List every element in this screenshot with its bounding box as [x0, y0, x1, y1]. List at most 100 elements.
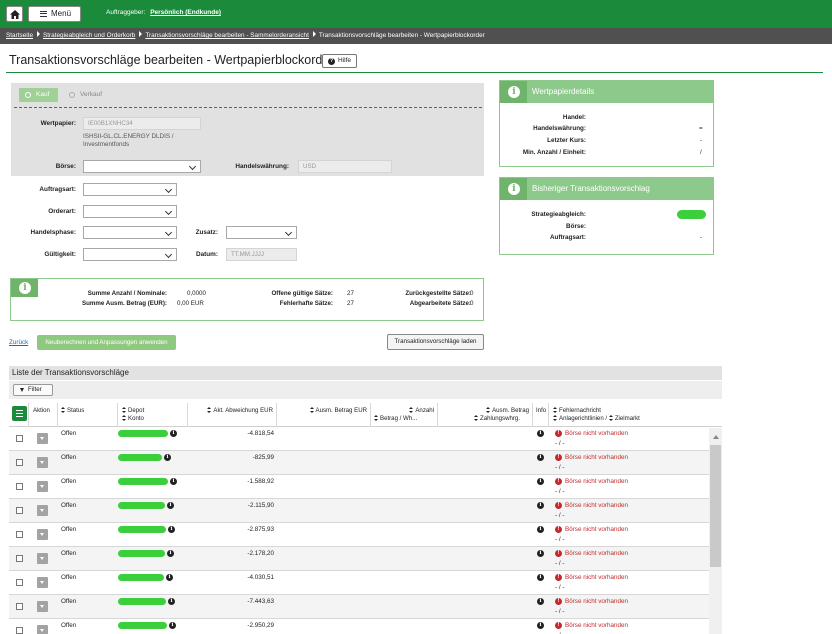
row-checkbox[interactable]: [16, 483, 23, 490]
table-row[interactable]: Offen i -4.030,51 i! Börse nicht vorhanden - …: [9, 571, 709, 595]
header-depot-konto[interactable]: Depot Konto: [118, 403, 188, 427]
menu-button[interactable]: Menü: [28, 6, 81, 22]
header-status[interactable]: Status: [58, 403, 118, 427]
breadcrumb-collective-order[interactable]: Transaktionsvorschläge bearbeiten - Samm…: [145, 32, 309, 39]
depot-info-icon[interactable]: i: [167, 502, 174, 509]
depot-info-icon[interactable]: i: [170, 430, 177, 437]
depot-info-icon[interactable]: i: [166, 574, 173, 581]
row-action-dropdown[interactable]: [37, 577, 48, 588]
row-info-icon[interactable]: i: [537, 526, 544, 533]
sort-icon: [122, 415, 126, 421]
scroll-up-icon[interactable]: [713, 435, 719, 439]
table-row[interactable]: Offen i -2.115,90 i! Börse nicht vorhanden - …: [9, 499, 709, 523]
row-checkbox[interactable]: [16, 555, 23, 562]
redacted-depot: [118, 598, 166, 605]
row-checkbox[interactable]: [16, 459, 23, 466]
detail-label: Min. Anzahl / Einheit:: [522, 149, 586, 156]
header-ausm-betrag[interactable]: Ausm. Betrag Zahlungswhrg.: [438, 403, 533, 427]
row-action-dropdown[interactable]: [37, 529, 48, 540]
recalculate-button[interactable]: Neuberechnen und Anpassungen anwenden: [37, 335, 176, 350]
depot-info-icon[interactable]: i: [170, 478, 177, 485]
row-info-icon[interactable]: i: [537, 502, 544, 509]
row-action-dropdown[interactable]: [37, 457, 48, 468]
row-info-icon[interactable]: i: [537, 622, 544, 629]
row-checkbox[interactable]: [16, 507, 23, 514]
sort-icon: [61, 407, 65, 413]
row-info-icon[interactable]: i: [537, 454, 544, 461]
table-row[interactable]: Offen i -4.818,54 i! Börse nicht vorhanden - …: [9, 427, 709, 451]
header-error[interactable]: Fehlernachricht Anlagerichtlinien / Ziel…: [549, 403, 709, 427]
header-amount[interactable]: Ausm. Betrag EUR: [277, 403, 371, 427]
info-tile: i: [11, 279, 38, 297]
row-info-icon[interactable]: i: [537, 598, 544, 605]
header-menu-cell: [9, 403, 29, 427]
row-info-icon[interactable]: i: [537, 430, 544, 437]
table-row[interactable]: Offen i -825,99 i! Börse nicht vorhanden - / …: [9, 451, 709, 475]
client-link[interactable]: Persönlich (Endkunde): [150, 9, 221, 16]
sort-icon: [409, 407, 414, 413]
home-button[interactable]: [6, 6, 23, 22]
breadcrumb-home[interactable]: Startseite: [6, 32, 33, 39]
error-icon: !: [555, 502, 562, 509]
breadcrumb-current: Transaktionsvorschläge bearbeiten - Wert…: [318, 32, 485, 39]
tab-sell[interactable]: Verkauf: [63, 88, 110, 102]
order-type-select[interactable]: [83, 183, 177, 196]
trading-phase-label: Handelsphase:: [30, 229, 76, 236]
row-action-dropdown[interactable]: [37, 433, 48, 444]
title-divider: [6, 72, 823, 73]
date-field[interactable]: TT.MM.JJJJ: [226, 248, 297, 261]
back-link[interactable]: Zurück: [9, 339, 28, 346]
scroll-thumb[interactable]: [710, 445, 721, 567]
filter-button[interactable]: Filter: [13, 384, 53, 396]
table-row[interactable]: Offen i -1.588,92 i! Börse nicht vorhanden - …: [9, 475, 709, 499]
validity-select[interactable]: [83, 248, 177, 261]
row-deviation: -4.818,54: [247, 430, 274, 437]
security-label: Wertpapier:: [40, 120, 76, 127]
exchange-select[interactable]: [83, 160, 201, 173]
filter-label: Filter: [28, 386, 42, 393]
row-info-icon[interactable]: i: [537, 574, 544, 581]
tab-buy[interactable]: Kauf: [19, 88, 58, 102]
row-action-dropdown[interactable]: [37, 505, 48, 516]
row-info-icon[interactable]: i: [537, 550, 544, 557]
exchange-label: Börse:: [55, 163, 76, 170]
security-isin-field: IE00B1XNHC34: [83, 117, 201, 130]
header-deviation[interactable]: Akt. Abweichung EUR: [188, 403, 277, 427]
table-row[interactable]: Offen i -2.178,20 i! Börse nicht vorhanden - …: [9, 547, 709, 571]
header-anzahl[interactable]: Anzahl Betrag / Wh...: [371, 403, 438, 427]
row-action-dropdown[interactable]: [37, 625, 48, 634]
table-row[interactable]: Offeni-2.950,29i!Börse nicht vorhanden- …: [9, 619, 709, 634]
table-row[interactable]: Offen i -2.875,93 i! Börse nicht vorhanden - …: [9, 523, 709, 547]
redacted-depot: [118, 622, 167, 629]
chevron-down-icon: [164, 250, 173, 258]
depot-info-icon[interactable]: i: [168, 598, 175, 605]
row-checkbox[interactable]: [16, 627, 23, 634]
depot-info-icon[interactable]: i: [169, 622, 176, 629]
load-proposals-button[interactable]: Transaktionsvorschläge laden: [387, 334, 484, 350]
table-row[interactable]: Offen i -7.443,63 i! Börse nicht vorhanden - …: [9, 595, 709, 619]
order-kind-select[interactable]: [83, 205, 177, 218]
row-info-icon[interactable]: i: [537, 478, 544, 485]
row-checkbox[interactable]: [16, 579, 23, 586]
page-title: Transaktionsvorschläge bearbeiten - Wert…: [9, 53, 334, 67]
row-error-message: Börse nicht vorhanden: [565, 502, 629, 509]
row-checkbox[interactable]: [16, 435, 23, 442]
column-menu-icon[interactable]: [12, 406, 27, 421]
header-anzahl-label: Anzahl: [415, 407, 434, 414]
row-checkbox[interactable]: [16, 531, 23, 538]
row-error-message: Börse nicht vorhanden: [565, 622, 629, 629]
row-action-dropdown[interactable]: [37, 481, 48, 492]
depot-info-icon[interactable]: i: [168, 526, 175, 533]
sort-icon: [122, 407, 126, 413]
detail-label: Handel:: [562, 114, 586, 121]
row-action-dropdown[interactable]: [37, 601, 48, 612]
depot-info-icon[interactable]: i: [167, 550, 174, 557]
sum-count-value: 0,0000: [187, 290, 206, 297]
help-button[interactable]: ? Hilfe: [322, 54, 357, 68]
row-checkbox[interactable]: [16, 603, 23, 610]
row-action-dropdown[interactable]: [37, 553, 48, 564]
depot-info-icon[interactable]: i: [164, 454, 171, 461]
trading-phase-select[interactable]: [83, 226, 177, 239]
breadcrumb-strategy[interactable]: Strategieabgleich und Orderkorb: [43, 32, 135, 39]
addition-select[interactable]: [226, 226, 297, 239]
